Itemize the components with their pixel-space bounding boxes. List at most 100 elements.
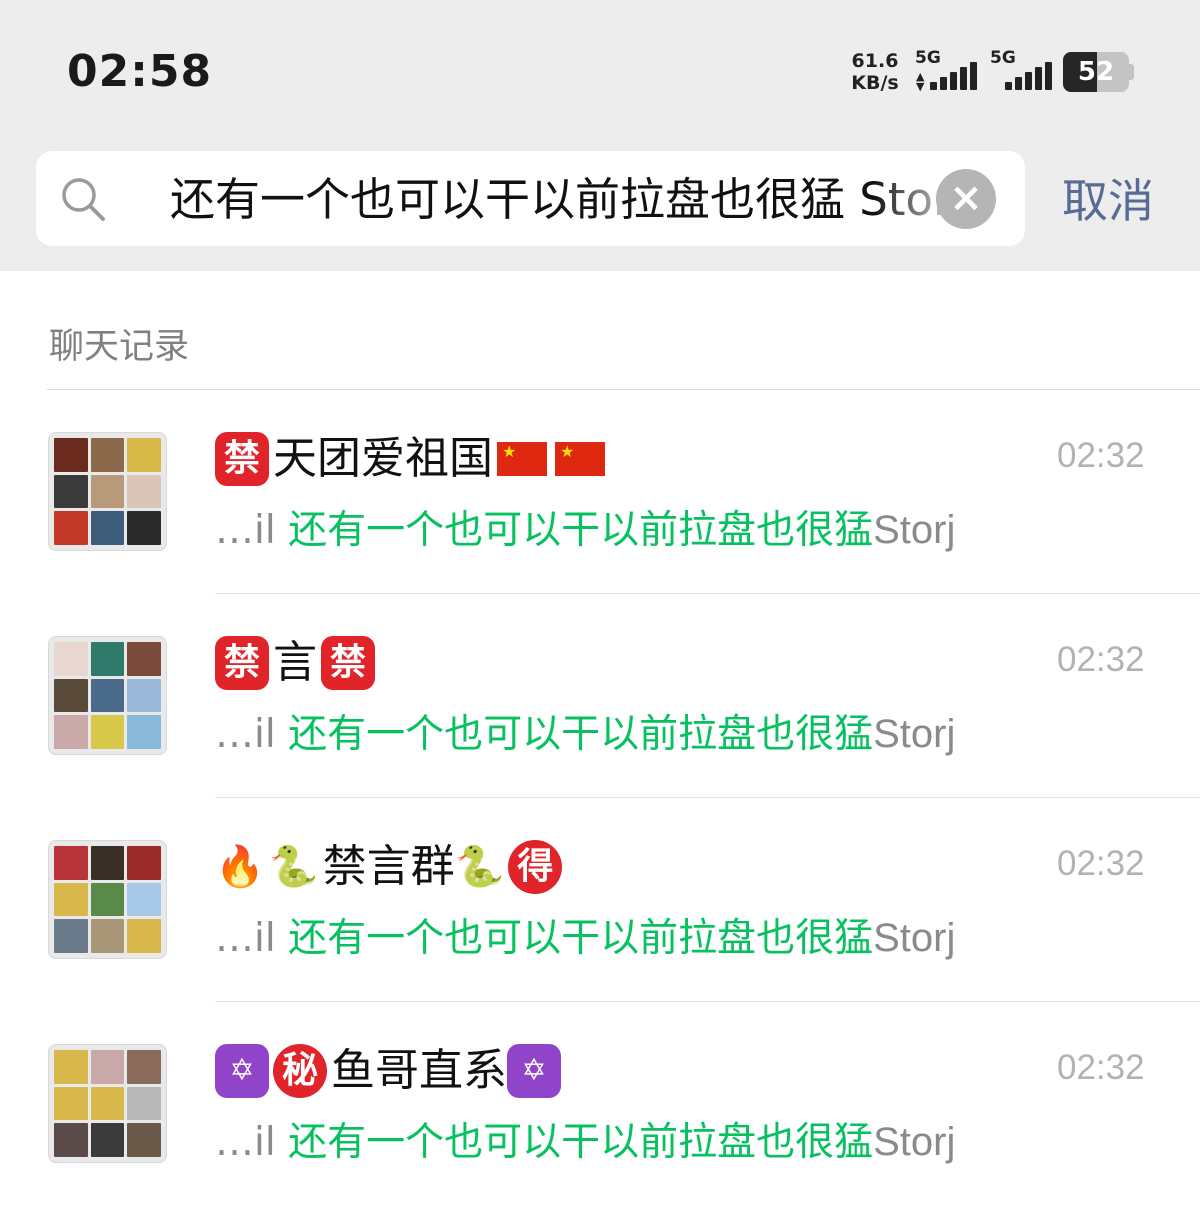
avatar-tile xyxy=(90,511,125,545)
search-box[interactable]: 还有一个也可以干以前拉盘也很猛 Storj xyxy=(36,151,1025,246)
result-title-text: 鱼哥直系 xyxy=(331,1045,507,1096)
status-time: 02:58 xyxy=(67,46,213,97)
snippet-suffix: Storj xyxy=(873,916,956,960)
result-item[interactable]: 🔥 🐍 禁言群 🐍 得 …il 还有一个也可以干以前拉盘也很猛Storj 02:… xyxy=(0,798,1200,1002)
star-of-david-icon: ✡ xyxy=(215,1044,269,1098)
avatar-tile xyxy=(54,882,88,917)
china-flag-icon xyxy=(497,442,547,476)
avatar-tile xyxy=(54,511,88,545)
group-avatar xyxy=(48,1044,167,1163)
battery-icon: 52 xyxy=(1063,52,1129,92)
avatar-tile xyxy=(54,919,88,953)
snippet-prefix: …il xyxy=(215,712,289,757)
china-flag-icon xyxy=(555,442,605,476)
group-avatar xyxy=(48,636,167,755)
avatar-tile xyxy=(54,678,88,713)
snippet-match: 还有一个也可以干以前拉盘也很猛 xyxy=(288,916,874,961)
avatar-tile xyxy=(90,1050,125,1084)
avatar-tile xyxy=(54,1086,88,1121)
snippet-suffix: Storj xyxy=(873,1120,956,1164)
avatar-tile xyxy=(127,1086,161,1121)
result-title: ✡ 秘 鱼哥直系 ✡ xyxy=(215,1040,565,1102)
avatar-tile xyxy=(127,438,161,472)
de-badge-icon: 得 xyxy=(508,840,563,894)
result-title-text: 言 xyxy=(273,637,317,688)
avatar-tile xyxy=(127,715,161,749)
signal-icon-2: 5G xyxy=(990,48,1054,94)
avatar-tile xyxy=(90,678,125,713)
avatar-tile xyxy=(54,642,88,676)
snake-icon: 🐍 xyxy=(268,844,319,890)
avatar-tile xyxy=(127,1123,161,1157)
snippet-prefix: …il xyxy=(215,916,289,961)
network-speed-unit: KB/s xyxy=(851,72,899,94)
result-title-text: 天团爱祖国 xyxy=(273,433,493,484)
result-title: 🔥 🐍 禁言群 🐍 得 xyxy=(215,836,566,898)
avatar-tile xyxy=(54,846,88,880)
avatar-tile xyxy=(54,1123,88,1157)
network-speed: 61.6 KB/s xyxy=(848,50,902,94)
result-snippet: …il 还有一个也可以干以前拉盘也很猛Storj xyxy=(215,910,955,966)
avatar-tile xyxy=(90,919,125,953)
avatar-tile xyxy=(127,1050,161,1084)
avatar-tile xyxy=(90,1123,125,1157)
snake-icon: 🐍 xyxy=(454,844,505,890)
avatar-tile xyxy=(54,438,88,472)
avatar-tile xyxy=(54,1050,88,1084)
snippet-match: 还有一个也可以干以前拉盘也很猛 xyxy=(288,508,874,553)
search-icon xyxy=(62,178,105,221)
battery-tip xyxy=(1129,64,1134,80)
avatar-tile xyxy=(90,715,125,749)
data-arrows-icon: ▲ ▼ xyxy=(916,70,925,93)
result-snippet: …il 还有一个也可以干以前拉盘也很猛Storj xyxy=(215,1114,955,1170)
group-avatar xyxy=(48,432,167,551)
signal-label-2: 5G xyxy=(990,48,1016,68)
status-bar: 02:58 61.6 KB/s 5G ▲ ▼ 5G 52 xyxy=(0,0,1200,140)
result-time: 02:32 xyxy=(1057,1048,1145,1087)
ban-badge-icon: 禁 xyxy=(215,636,269,690)
result-item[interactable]: 禁 天团爱祖国 …il 还有一个也可以干以前拉盘也很猛Storj 02:32 xyxy=(0,390,1200,594)
ban-badge-icon: 禁 xyxy=(321,636,375,690)
avatar-tile xyxy=(127,511,161,545)
result-item[interactable]: ✡ 秘 鱼哥直系 ✡ …il 还有一个也可以干以前拉盘也很猛Storj 02:3… xyxy=(0,1002,1200,1206)
search-input[interactable]: 还有一个也可以干以前拉盘也很猛 Storj xyxy=(170,170,970,230)
avatar-tile xyxy=(127,882,161,917)
result-snippet: …il 还有一个也可以干以前拉盘也很猛Storj xyxy=(215,706,955,762)
avatar-tile xyxy=(54,715,88,749)
avatar-tile xyxy=(127,678,161,713)
signal-label: 5G xyxy=(915,48,941,68)
avatar-tile xyxy=(90,882,125,917)
avatar-tile xyxy=(54,474,88,509)
cancel-button[interactable]: 取消 xyxy=(1062,171,1154,231)
result-time: 02:32 xyxy=(1057,640,1145,679)
avatar-tile xyxy=(90,1086,125,1121)
network-speed-value: 61.6 xyxy=(851,50,899,72)
result-time: 02:32 xyxy=(1057,844,1145,883)
battery-level: 52 xyxy=(1077,57,1115,87)
avatar-tile xyxy=(127,846,161,880)
star-of-david-icon: ✡ xyxy=(507,1044,561,1098)
secret-badge-icon: 秘 xyxy=(273,1044,327,1098)
result-title: 禁 天团爱祖国 xyxy=(215,428,609,490)
snippet-suffix: Storj xyxy=(873,712,956,756)
snippet-prefix: …il xyxy=(215,1120,289,1165)
result-title: 禁 言 禁 xyxy=(215,632,379,694)
ban-badge-icon: 禁 xyxy=(215,432,269,486)
clear-search-icon[interactable]: × xyxy=(936,169,996,229)
snippet-match: 还有一个也可以干以前拉盘也很猛 xyxy=(288,712,874,757)
result-item[interactable]: 禁 言 禁 …il 还有一个也可以干以前拉盘也很猛Storj 02:32 xyxy=(0,594,1200,798)
section-title-chat-history: 聊天记录 xyxy=(49,327,190,367)
snippet-suffix: Storj xyxy=(873,508,956,552)
snippet-prefix: …il xyxy=(215,508,289,553)
group-avatar xyxy=(48,840,167,959)
result-time: 02:32 xyxy=(1057,436,1145,475)
fire-icon: 🔥 xyxy=(215,844,265,890)
signal-icon: 5G ▲ ▼ xyxy=(915,48,979,94)
top-bar: 02:58 61.6 KB/s 5G ▲ ▼ 5G 52 还有一个也可以干以前拉… xyxy=(0,0,1200,271)
avatar-tile xyxy=(127,474,161,509)
avatar-tile xyxy=(90,846,125,880)
avatar-tile xyxy=(127,919,161,953)
avatar-tile xyxy=(90,438,125,472)
result-snippet: …il 还有一个也可以干以前拉盘也很猛Storj xyxy=(215,502,955,558)
avatar-tile xyxy=(90,642,125,676)
